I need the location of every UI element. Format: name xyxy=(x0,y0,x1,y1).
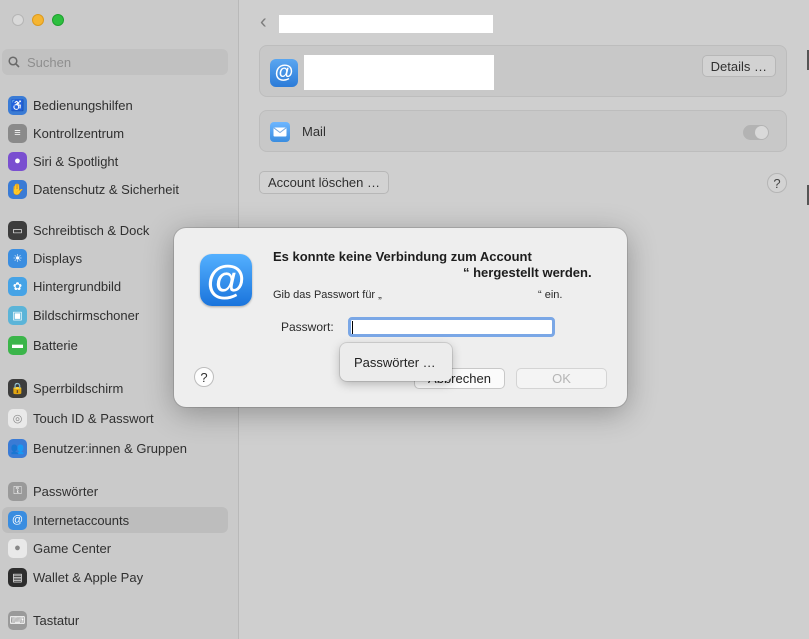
privacy-hand-icon: ✋ xyxy=(8,179,27,199)
minimize-window-button[interactable] xyxy=(32,14,44,26)
dialog-help-button[interactable]: ? xyxy=(194,367,214,387)
zoom-window-button[interactable] xyxy=(52,14,64,26)
screensaver-icon: ▣ xyxy=(8,305,27,325)
ok-button[interactable]: OK xyxy=(516,368,607,389)
mail-envelope-icon xyxy=(270,122,290,142)
redacted-title xyxy=(279,15,493,33)
sidebar-item-fingerprint[interactable]: ◎ Touch ID & Passwort xyxy=(0,405,228,431)
fingerprint-icon: ◎ xyxy=(8,408,27,428)
control-center-icon: ≡ xyxy=(8,123,27,143)
displays-icon: ☀ xyxy=(8,248,27,268)
sidebar-item-wallet[interactable]: ▤ Wallet & Apple Pay xyxy=(0,564,228,590)
sidebar-item-label: Wallet & Apple Pay xyxy=(33,569,144,585)
internet-accounts-app-icon: @ xyxy=(200,254,252,306)
window-controls xyxy=(12,14,64,26)
sidebar-item-label: Hintergrundbild xyxy=(33,278,122,294)
details-button[interactable]: Details … xyxy=(701,55,776,77)
back-chevron-icon[interactable]: ‹ xyxy=(260,12,274,32)
sidebar-item-label: Bildschirmschoner xyxy=(33,307,140,323)
close-window-button[interactable] xyxy=(12,14,24,26)
sidebar-item-label: Bedienungshilfen xyxy=(33,97,133,113)
sidebar-item-label: Displays xyxy=(33,250,83,266)
search-icon xyxy=(8,56,20,68)
sidebar-item-label: Benutzer:innen & Gruppen xyxy=(33,440,187,456)
wallpaper-icon: ✿ xyxy=(8,276,27,296)
key-icon: ⚿ xyxy=(8,481,27,501)
at-sign-icon: @ xyxy=(8,510,27,530)
passwords-popup-label: Passwörter … xyxy=(354,354,436,370)
mail-toggle[interactable] xyxy=(743,125,769,140)
game-center-icon: ● xyxy=(8,538,27,558)
sidebar-item-label: Schreibtisch & Dock xyxy=(33,222,150,238)
password-field[interactable] xyxy=(348,317,555,337)
users-groups-icon: 👥 xyxy=(8,438,27,458)
search-field[interactable] xyxy=(2,49,228,75)
sidebar-item-label: Passwörter xyxy=(33,483,99,499)
sidebar-item-accessibility[interactable]: ♿ Bedienungshilfen xyxy=(0,92,228,118)
password-label: Passwort: xyxy=(281,320,334,334)
accessibility-icon: ♿ xyxy=(8,95,27,115)
sidebar-item-label: Internetaccounts xyxy=(33,512,130,528)
sidebar-item-users-groups[interactable]: 👥 Benutzer:innen & Gruppen xyxy=(0,435,228,461)
sidebar-item-label: Datenschutz & Sicherheit xyxy=(33,181,179,197)
sidebar-item-label: Tastatur xyxy=(33,612,80,628)
keyboard-icon: ⌨ xyxy=(8,610,27,630)
sidebar-item-label: Kontrollzentrum xyxy=(33,125,125,141)
sidebar-item-keyboard[interactable]: ⌨ Tastatur xyxy=(0,607,228,633)
sidebar-item-key[interactable]: ⚿ Passwörter xyxy=(0,478,228,504)
search-input[interactable] xyxy=(27,54,207,70)
sidebar-item-at-sign[interactable]: @ Internetaccounts xyxy=(2,507,228,533)
sidebar-item-privacy-hand[interactable]: ✋ Datenschutz & Sicherheit xyxy=(0,176,228,202)
sidebar-item-label: Siri & Spotlight xyxy=(33,153,119,169)
redacted-account-name xyxy=(304,55,494,90)
wallet-icon: ▤ xyxy=(8,567,27,587)
delete-account-button[interactable]: Account löschen … xyxy=(259,171,390,194)
text-caret xyxy=(352,321,353,334)
dialog-title: Es konnte keine Verbindung zum Account xyxy=(273,249,532,264)
sidebar-item-game-center[interactable]: ● Game Center xyxy=(0,535,228,561)
sidebar-item-siri[interactable]: ● Siri & Spotlight xyxy=(0,148,228,174)
battery-icon: ▬ xyxy=(8,335,27,355)
desktop-dock-icon: ▭ xyxy=(8,220,27,240)
sidebar-item-label: Game Center xyxy=(33,540,112,556)
lock-screen-icon: 🔒 xyxy=(8,378,27,398)
passwords-autofill-popup[interactable]: Passwörter … xyxy=(340,343,452,381)
toggle-knob xyxy=(755,126,768,139)
dialog-title-suffix: “ hergestellt werden. xyxy=(463,265,592,280)
sidebar-item-label: Touch ID & Passwort xyxy=(33,410,154,426)
sidebar-item-control-center[interactable]: ≡ Kontrollzentrum xyxy=(0,120,228,146)
mail-service-row: Mail xyxy=(259,110,787,152)
dialog-message: Gib das Passwort für „ xyxy=(273,289,382,301)
help-button[interactable]: ? xyxy=(767,173,787,193)
sidebar-item-label: Sperrbildschirm xyxy=(33,380,124,396)
account-card: @ Details … xyxy=(259,45,787,97)
dialog-message-suffix: “ ein. xyxy=(538,289,563,301)
mail-label: Mail xyxy=(302,124,326,139)
sidebar-item-label: Batterie xyxy=(33,337,78,353)
siri-icon: ● xyxy=(8,151,27,171)
at-sign-icon: @ xyxy=(270,59,298,87)
